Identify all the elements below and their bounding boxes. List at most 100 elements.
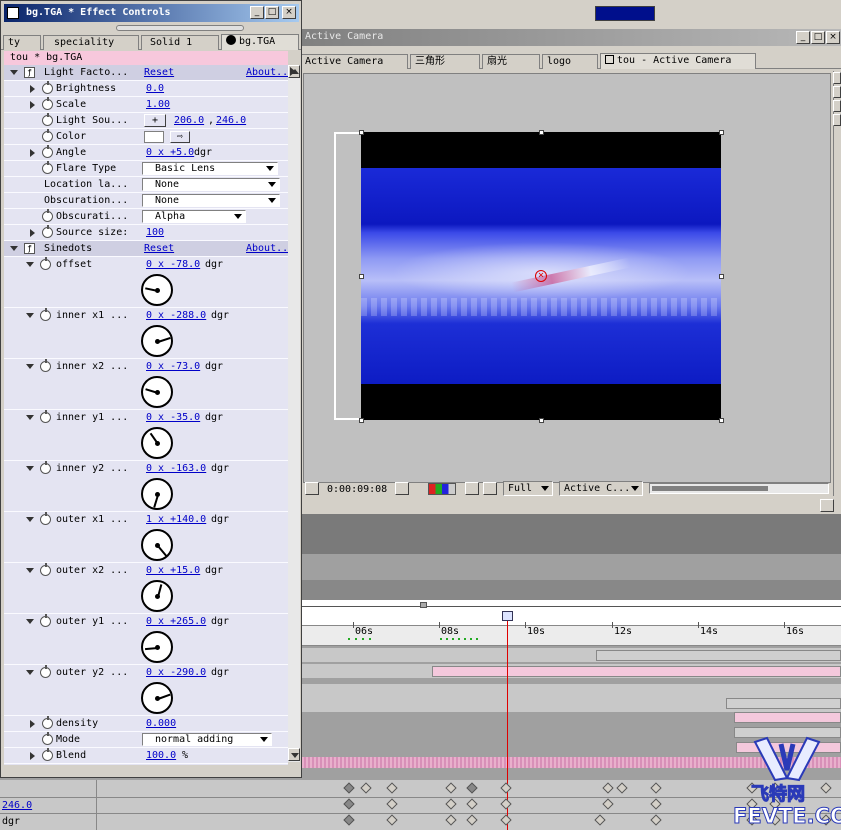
expand-triangle-icon[interactable] bbox=[26, 670, 34, 675]
angle-dial[interactable] bbox=[141, 478, 173, 510]
stopwatch-icon[interactable] bbox=[42, 732, 53, 745]
location-layer-dropdown[interactable]: None bbox=[142, 178, 280, 191]
tab-triangle[interactable]: 三角形 bbox=[410, 54, 480, 69]
stopwatch-icon[interactable] bbox=[42, 145, 53, 158]
obscuration-type-dropdown[interactable]: Alpha bbox=[142, 210, 246, 223]
expand-triangle-icon[interactable] bbox=[26, 619, 34, 624]
fx-icon[interactable]: ƒ bbox=[24, 243, 35, 254]
stopwatch-icon[interactable] bbox=[42, 129, 53, 142]
channel-icon[interactable] bbox=[428, 483, 456, 495]
tab-speciality[interactable]: speciality bbox=[43, 35, 139, 50]
angle-value[interactable]: 0 x -78.0 bbox=[146, 257, 200, 272]
stopwatch-icon[interactable] bbox=[40, 614, 51, 627]
color-swatch[interactable] bbox=[144, 131, 164, 143]
reset-link[interactable]: Reset bbox=[144, 65, 174, 80]
expand-triangle-icon[interactable] bbox=[26, 517, 34, 522]
brightness-value[interactable]: 0.0 bbox=[146, 81, 164, 96]
comp-scrollbar-horizontal[interactable] bbox=[649, 483, 829, 494]
angle-value[interactable]: 0 x -290.0 bbox=[146, 665, 206, 680]
expand-triangle-icon[interactable] bbox=[10, 246, 18, 251]
prop-angle-row[interactable]: offset 0 x -78.0 dgr bbox=[4, 257, 288, 308]
maximize-button[interactable]: □ bbox=[811, 31, 825, 44]
work-area-marker[interactable] bbox=[420, 602, 427, 608]
stopwatch-icon[interactable] bbox=[40, 410, 51, 423]
side-icon-4[interactable] bbox=[833, 114, 841, 126]
prop-light-source[interactable]: Light Sou... + 206.0 , 246.0 bbox=[4, 113, 288, 129]
about-link[interactable]: About... bbox=[246, 65, 288, 80]
sinedots-header[interactable]: ƒ Sinedots Reset About... bbox=[4, 241, 288, 257]
layer-bar-1[interactable] bbox=[596, 650, 841, 661]
light-factory-header[interactable]: ƒ Light Facto... Reset About... bbox=[4, 65, 288, 81]
prop-angle-row[interactable]: outer x2 ... 0 x +15.0 dgr bbox=[4, 563, 288, 614]
about-link[interactable]: About... bbox=[246, 241, 288, 256]
top-color-swatch[interactable] bbox=[595, 6, 655, 21]
handle-tl[interactable] bbox=[359, 130, 364, 135]
effect-scrollbar[interactable] bbox=[287, 65, 300, 762]
expand-triangle-icon[interactable] bbox=[30, 149, 35, 157]
expand-triangle-icon[interactable] bbox=[30, 101, 35, 109]
prop-angle-row[interactable]: inner x1 ... 0 x -288.0 dgr bbox=[4, 308, 288, 359]
prop-obscuration-layer[interactable]: Obscuration... None bbox=[4, 193, 288, 209]
angle-dial[interactable] bbox=[141, 529, 173, 561]
tab-tou-active-camera[interactable]: tou - Active Camera bbox=[600, 53, 756, 69]
light-source-x[interactable]: 206.0 bbox=[174, 113, 204, 128]
tab-ty[interactable]: ty bbox=[3, 35, 41, 50]
side-icon-3[interactable] bbox=[833, 100, 841, 112]
prop-source-size[interactable]: Source size: 100 bbox=[4, 225, 288, 241]
transparency-grid-icon[interactable] bbox=[483, 482, 497, 495]
timecode[interactable]: 0:00:09:08 bbox=[327, 484, 387, 495]
prop-scale[interactable]: Scale 1.00 bbox=[4, 97, 288, 113]
expand-triangle-icon[interactable] bbox=[10, 70, 18, 75]
crosshair-icon[interactable]: + bbox=[144, 114, 166, 127]
prop-angle-row[interactable]: outer y2 ... 0 x -290.0 dgr bbox=[4, 665, 288, 716]
prop-angle-row[interactable]: inner y2 ... 0 x -163.0 dgr bbox=[4, 461, 288, 512]
angle-dial[interactable] bbox=[141, 376, 173, 408]
stopwatch-icon[interactable] bbox=[42, 113, 53, 126]
stopwatch-icon[interactable] bbox=[42, 209, 53, 222]
angle-value[interactable]: 0 x +265.0 bbox=[146, 614, 206, 629]
show-snapshot-icon[interactable] bbox=[411, 483, 421, 495]
tab-fan-light[interactable]: 扇光 bbox=[482, 54, 540, 69]
expand-triangle-icon[interactable] bbox=[26, 415, 34, 420]
expand-triangle-icon[interactable] bbox=[26, 364, 34, 369]
layer-bar-4[interactable] bbox=[734, 712, 841, 723]
tab-logo[interactable]: logo bbox=[542, 54, 598, 69]
comp-title-bar[interactable]: Active Camera _ □ × bbox=[300, 29, 841, 46]
handle-mr[interactable] bbox=[719, 274, 724, 279]
stopwatch-icon[interactable] bbox=[42, 161, 53, 174]
blend-value[interactable]: 100.0 bbox=[146, 748, 176, 763]
effect-title-bar[interactable]: bg.TGA * Effect Controls _ □ × bbox=[4, 4, 299, 22]
angle-dial[interactable] bbox=[141, 325, 173, 357]
prop-location-layer[interactable]: Location la... None bbox=[4, 177, 288, 193]
close-button[interactable]: × bbox=[826, 31, 840, 44]
stopwatch-icon[interactable] bbox=[40, 665, 51, 678]
current-time-indicator[interactable] bbox=[502, 611, 513, 621]
stopwatch-icon[interactable] bbox=[42, 81, 53, 94]
anchor-point-icon[interactable]: × bbox=[535, 270, 547, 282]
effect-minimize-button[interactable]: _ bbox=[250, 6, 264, 19]
side-icon-2[interactable] bbox=[833, 86, 841, 98]
stopwatch-icon[interactable] bbox=[42, 97, 53, 110]
angle-value[interactable]: 0 x +5.0 bbox=[146, 145, 194, 160]
scroll-down-arrow[interactable] bbox=[288, 748, 300, 761]
angle-value[interactable]: 0 x -288.0 bbox=[146, 308, 206, 323]
angle-value[interactable]: 1 x +140.0 bbox=[146, 512, 206, 527]
expand-triangle-icon[interactable] bbox=[30, 229, 35, 237]
prop-blend[interactable]: Blend 100.0 % bbox=[4, 748, 288, 764]
expand-triangle-icon[interactable] bbox=[30, 720, 35, 728]
scale-value[interactable]: 1.00 bbox=[146, 97, 170, 112]
handle-bc[interactable] bbox=[539, 418, 544, 423]
prop-angle-row[interactable]: outer y1 ... 0 x +265.0 dgr bbox=[4, 614, 288, 665]
prop-color[interactable]: Color ⇨ bbox=[4, 129, 288, 145]
comp-frame[interactable]: × bbox=[361, 132, 721, 420]
reset-link[interactable]: Reset bbox=[144, 241, 174, 256]
light-source-y[interactable]: 246.0 bbox=[216, 113, 246, 128]
stopwatch-icon[interactable] bbox=[42, 225, 53, 238]
effect-maximize-button[interactable]: □ bbox=[265, 6, 279, 19]
angle-dial[interactable] bbox=[141, 631, 173, 663]
expand-triangle-icon[interactable] bbox=[30, 85, 35, 93]
layer-bar-2[interactable] bbox=[432, 666, 841, 677]
mode-dropdown[interactable]: normal adding bbox=[142, 733, 272, 746]
stopwatch-icon[interactable] bbox=[40, 257, 51, 270]
angle-dial[interactable] bbox=[141, 427, 173, 459]
